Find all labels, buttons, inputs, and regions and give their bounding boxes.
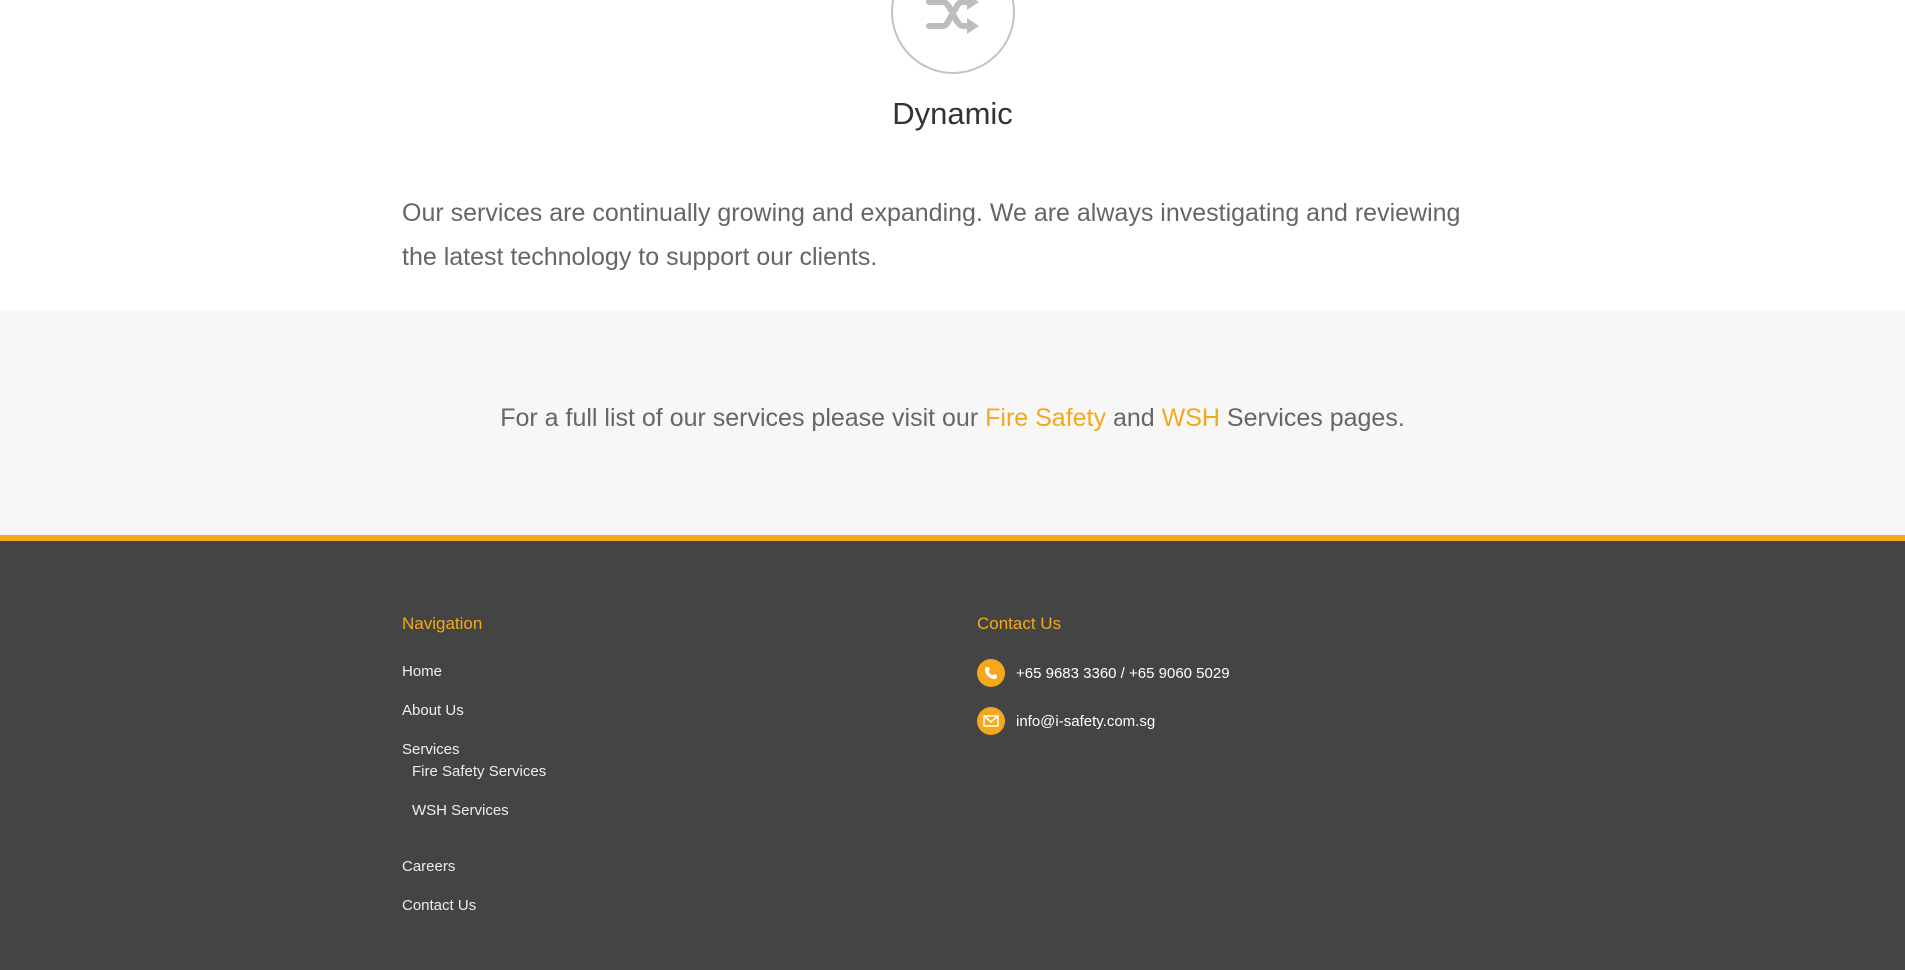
nav-link-careers[interactable]: Careers	[402, 858, 455, 875]
cta-text: For a full list of our services please v…	[0, 401, 1905, 435]
cta-middle: and	[1112, 404, 1155, 432]
cta-suffix: Services pages.	[1226, 404, 1405, 432]
nav-link-fire-safety-services[interactable]: Fire Safety Services	[412, 763, 546, 780]
cta-prefix: For a full list of our services please v…	[500, 404, 979, 432]
nav-link-home[interactable]: Home	[402, 663, 442, 680]
feature-title: Dynamic	[892, 96, 1013, 131]
nav-link-services[interactable]: Services	[402, 741, 460, 758]
contact-email-row: info@i-safety.com.sg	[977, 707, 1155, 735]
contact-phone[interactable]: +65 9683 3360 / +65 9060 5029	[1016, 665, 1230, 682]
feature-description: Our services are continually growing and…	[402, 199, 1461, 271]
contact-email[interactable]: info@i-safety.com.sg	[1016, 713, 1155, 730]
nav-link-about-us[interactable]: About Us	[402, 702, 464, 719]
footer	[0, 541, 1905, 970]
phone-icon	[977, 659, 1005, 687]
nav-link-contact-us[interactable]: Contact Us	[402, 897, 476, 914]
nav-link-wsh-services[interactable]: WSH Services	[412, 802, 509, 819]
envelope-icon	[977, 707, 1005, 735]
navigation-heading: Navigation	[402, 614, 483, 633]
fire-safety-link[interactable]: Fire Safety	[985, 404, 1106, 432]
contact-heading: Contact Us	[977, 614, 1062, 633]
contact-phone-row: +65 9683 3360 / +65 9060 5029	[977, 659, 1230, 687]
wsh-link[interactable]: WSH	[1162, 404, 1220, 432]
